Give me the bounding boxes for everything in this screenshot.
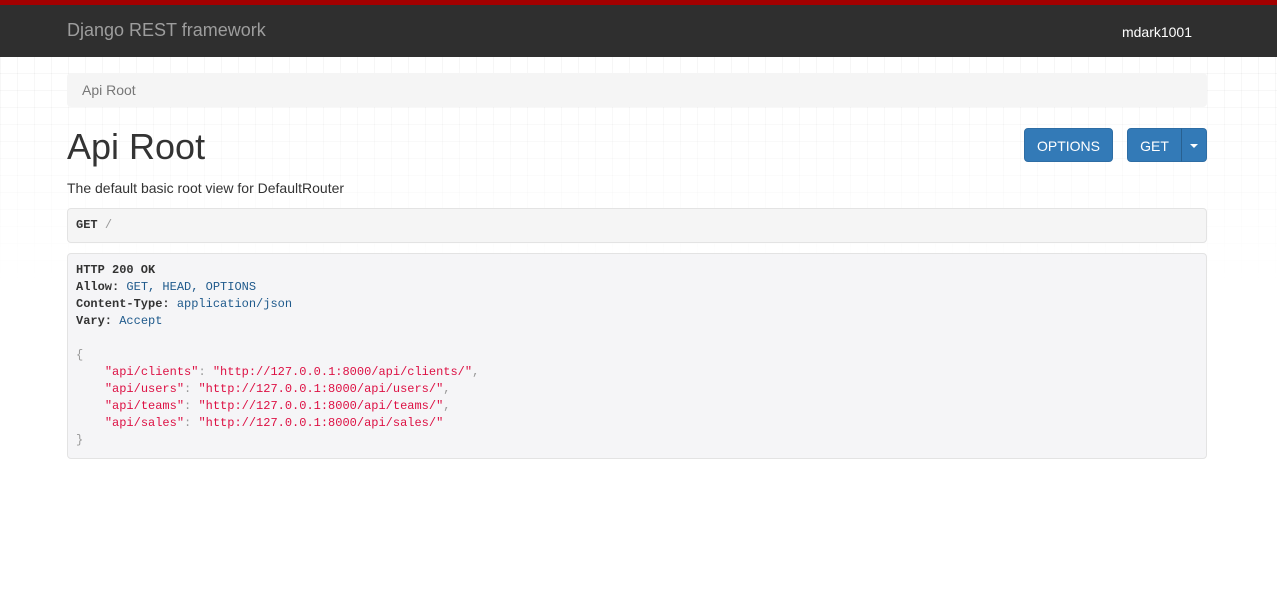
breadcrumb: Api Root [67, 73, 1207, 107]
response-header: Allow: GET, HEAD, OPTIONS [76, 280, 257, 294]
caret-down-icon [1190, 144, 1198, 149]
navbar: Django REST framework mdark1001 [0, 0, 1277, 57]
page-title: Api Root [67, 126, 206, 167]
json-key: "api/teams" [104, 399, 185, 413]
get-format-dropdown-button[interactable] [1181, 128, 1207, 162]
json-key: "api/users" [104, 382, 185, 396]
json-link[interactable]: "http://127.0.0.1:8000/api/clients/" [213, 365, 472, 379]
breadcrumb-item-api-root[interactable]: Api Root [82, 82, 136, 98]
response-header: Content-Type: application/json [76, 297, 293, 311]
request-path: / [104, 218, 113, 232]
json-link[interactable]: "http://127.0.0.1:8000/api/teams/" [198, 399, 443, 413]
json-entry: "api/users": "http://127.0.0.1:8000/api/… [104, 382, 451, 396]
user-menu[interactable]: mdark1001 [1122, 24, 1192, 40]
response-info: HTTP 200 OK Allow: GET, HEAD, OPTIONS Cont… [67, 253, 1207, 459]
json-link[interactable]: "http://127.0.0.1:8000/api/users/" [198, 382, 443, 396]
json-link[interactable]: "http://127.0.0.1:8000/api/sales/" [198, 416, 443, 430]
page-description: The default basic root view for DefaultR… [67, 180, 345, 196]
response-status: HTTP 200 OK [76, 263, 156, 277]
response-header: Vary: Accept [76, 314, 163, 328]
response-header-value: GET, HEAD, OPTIONS [126, 280, 257, 294]
json-key: "api/clients" [104, 365, 199, 379]
json-key: "api/sales" [104, 416, 185, 430]
response-header-value: Accept [119, 314, 163, 328]
json-close-brace: } [76, 433, 84, 447]
json-entry: "api/teams": "http://127.0.0.1:8000/api/… [104, 399, 451, 413]
brand-link[interactable]: Django REST framework [67, 20, 266, 41]
request-method: GET [76, 218, 98, 232]
get-button[interactable]: GET [1127, 128, 1182, 162]
json-open-brace: { [76, 348, 84, 362]
get-button-group: GET [1127, 128, 1207, 162]
response-header-value: application/json [176, 297, 293, 311]
request-info: GET / [67, 208, 1207, 243]
options-button[interactable]: OPTIONS [1024, 128, 1113, 162]
json-entry: "api/sales": "http://127.0.0.1:8000/api/… [104, 416, 444, 430]
json-entry: "api/clients": "http://127.0.0.1:8000/ap… [104, 365, 480, 379]
